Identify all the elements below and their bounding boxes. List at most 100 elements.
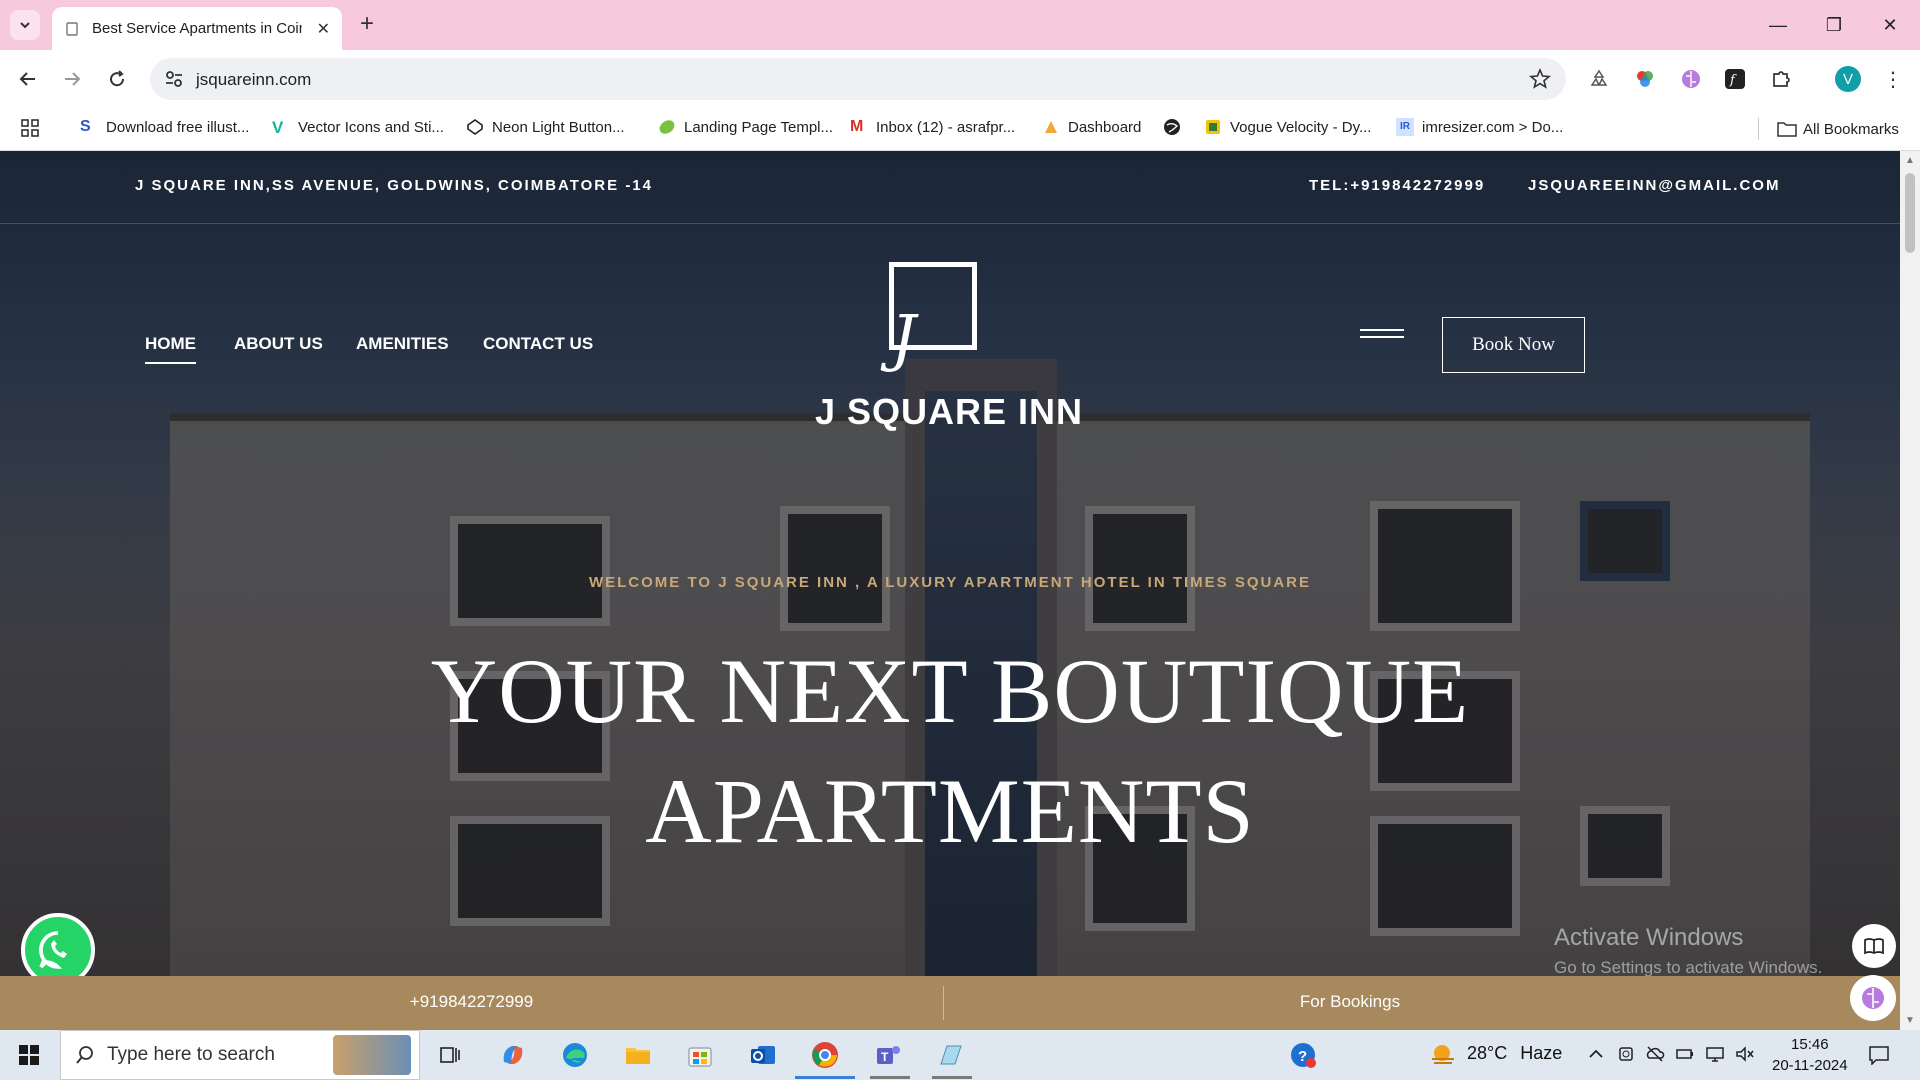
bookmark-item[interactable]: S Download free illust... xyxy=(80,118,249,136)
notepad-icon[interactable] xyxy=(932,1037,968,1073)
bookmark-item[interactable]: Landing Page Templ... xyxy=(658,118,833,136)
bookmark-item[interactable]: Vogue Velocity - Dy... xyxy=(1204,118,1371,136)
reload-icon xyxy=(110,70,125,87)
email-link[interactable]: JSQUAREEINN@GMAIL.COM xyxy=(1528,177,1780,194)
site-info-icon[interactable] xyxy=(162,67,186,91)
page-scrollbar[interactable]: ▲ ▼ xyxy=(1900,151,1920,1030)
bookmark-item[interactable]: M Inbox (12) - asrafpr... xyxy=(850,118,1015,136)
bookmark-label: Download free illust... xyxy=(106,118,250,136)
bookmark-label: Vogue Velocity - Dy... xyxy=(1230,118,1372,136)
scroll-down-icon[interactable]: ▼ xyxy=(1905,1015,1915,1026)
volume-muted-icon[interactable] xyxy=(1735,1045,1755,1065)
task-view-icon[interactable] xyxy=(432,1037,468,1073)
temperature-text: 28°C xyxy=(1467,1043,1508,1063)
battery-icon[interactable] xyxy=(1675,1045,1695,1065)
codepen-icon xyxy=(466,118,484,136)
book-icon xyxy=(1864,938,1884,955)
url-text[interactable]: jsquareinn.com xyxy=(196,70,311,90)
minimize-button[interactable]: — xyxy=(1750,0,1806,50)
clock-time: 15:46 xyxy=(1791,1036,1829,1053)
search-icon xyxy=(76,1046,93,1064)
file-explorer-icon[interactable] xyxy=(620,1037,656,1073)
tab-search-button[interactable] xyxy=(10,10,40,40)
apps-grid-icon[interactable] xyxy=(20,118,40,138)
bookmark-item[interactable]: Dashboard xyxy=(1042,118,1141,136)
bookmark-item[interactable]: Neon Light Button... xyxy=(466,118,625,136)
clock-date: 20-11-2024 xyxy=(1772,1057,1848,1074)
brain-extension-icon[interactable] xyxy=(1678,66,1704,92)
taskbar-search-box[interactable]: Type here to search xyxy=(60,1030,420,1080)
color-picker-extension-icon[interactable] xyxy=(1632,66,1658,92)
network-icon[interactable] xyxy=(1705,1045,1725,1065)
notification-icon[interactable] xyxy=(1868,1045,1892,1066)
bookmark-item[interactable]: V Vector Icons and Sti... xyxy=(272,118,444,137)
welcome-tagline: WELCOME TO J SQUARE INN , A LUXURY APART… xyxy=(588,574,1312,591)
address-text: J SQUARE INN,SS AVENUE, GOLDWINS, COIMBA… xyxy=(135,177,653,194)
assistant-bubble-button[interactable] xyxy=(1850,975,1896,1021)
microsoft-store-icon[interactable] xyxy=(682,1037,718,1073)
logo-name[interactable]: J SQUARE INN xyxy=(815,391,1083,433)
restore-button[interactable]: ❐ xyxy=(1806,0,1862,50)
reader-mode-button[interactable] xyxy=(1852,924,1896,968)
outlook-icon[interactable] xyxy=(745,1037,781,1073)
teams-icon[interactable]: T xyxy=(870,1037,906,1073)
scroll-thumb[interactable] xyxy=(1905,173,1915,253)
bookmark-item[interactable]: IR imresizer.com > Do... xyxy=(1396,118,1563,136)
tab-strip: Best Service Apartments in Coin ✕ + — ❐ … xyxy=(0,0,1920,50)
headline-line-2: APARTMENTS xyxy=(645,760,1255,862)
cloud-off-icon[interactable] xyxy=(1645,1045,1665,1065)
chrome-icon[interactable] xyxy=(807,1037,843,1073)
activate-windows-title: Activate Windows xyxy=(1554,924,1744,951)
phone-link[interactable]: TEL:+919842272999 xyxy=(1309,177,1485,194)
hamburger-menu-icon[interactable] xyxy=(1360,329,1404,347)
new-tab-button[interactable]: + xyxy=(352,10,382,40)
chevron-up-icon[interactable] xyxy=(1587,1045,1607,1065)
booking-bar: +919842272999 For Bookings xyxy=(0,976,1900,1030)
book-now-button[interactable]: Book Now xyxy=(1442,317,1585,373)
gmail-icon: M xyxy=(850,118,864,135)
puzzle-extension-icon[interactable] xyxy=(1768,66,1794,92)
nav-home[interactable]: HOME xyxy=(145,334,196,364)
copilot-icon[interactable] xyxy=(495,1037,531,1073)
edge-icon[interactable] xyxy=(557,1037,593,1073)
svg-text:?: ? xyxy=(1298,1048,1307,1065)
reload-button[interactable] xyxy=(101,63,133,95)
close-tab-icon[interactable]: ✕ xyxy=(317,19,330,39)
nav-amenities[interactable]: AMENITIES xyxy=(356,334,449,354)
dashboard-icon xyxy=(1042,118,1060,136)
bookmark-label: Landing Page Templ... xyxy=(684,118,833,136)
address-bar[interactable]: jsquareinn.com xyxy=(150,58,1566,100)
nav-about-us[interactable]: ABOUT US xyxy=(234,334,323,354)
close-window-button[interactable]: ✕ xyxy=(1862,0,1918,50)
kebab-menu-icon[interactable]: ⋮ xyxy=(1880,66,1906,92)
camera-icon[interactable] xyxy=(1617,1045,1637,1065)
s-logo-icon: S xyxy=(80,118,91,135)
star-icon[interactable] xyxy=(1528,67,1552,91)
search-placeholder: Type here to search xyxy=(107,1044,275,1065)
hero-section: J SQUARE INN,SS AVENUE, GOLDWINS, COIMBA… xyxy=(0,151,1900,976)
bookmarks-bar: S Download free illust... V Vector Icons… xyxy=(0,108,1920,151)
scroll-up-icon[interactable]: ▲ xyxy=(1905,155,1915,166)
nav-contact-us[interactable]: CONTACT US xyxy=(483,334,593,354)
browser-tab[interactable]: Best Service Apartments in Coin ✕ xyxy=(52,7,342,50)
svg-text:T: T xyxy=(881,1050,889,1064)
for-bookings-link[interactable]: For Bookings xyxy=(944,992,1756,1012)
profile-avatar[interactable]: V xyxy=(1835,66,1861,92)
vector-v-icon: V xyxy=(272,118,284,137)
forward-button[interactable] xyxy=(56,63,88,95)
bookmark-label: imresizer.com > Do... xyxy=(1422,118,1564,136)
all-bookmarks-label: All Bookmarks xyxy=(1803,120,1899,138)
font-extension-icon[interactable]: f xyxy=(1722,66,1748,92)
booking-phone-link[interactable]: +919842272999 xyxy=(0,992,943,1012)
back-button[interactable] xyxy=(12,63,44,95)
start-button[interactable] xyxy=(0,1030,58,1080)
activate-windows-subtitle: Go to Settings to activate Windows. xyxy=(1554,958,1823,976)
tab-title: Best Service Apartments in Coin xyxy=(92,20,302,37)
bookmark-item[interactable] xyxy=(1163,118,1189,136)
all-bookmarks-button[interactable]: All Bookmarks xyxy=(1758,118,1899,140)
weather-widget[interactable]: 28°C Haze xyxy=(1430,1043,1562,1065)
system-clock[interactable]: 15:46 20-11-2024 xyxy=(1772,1034,1848,1076)
leaf-icon xyxy=(658,118,676,136)
help-icon[interactable]: ? xyxy=(1285,1037,1321,1073)
recycle-extension-icon[interactable] xyxy=(1586,66,1612,92)
